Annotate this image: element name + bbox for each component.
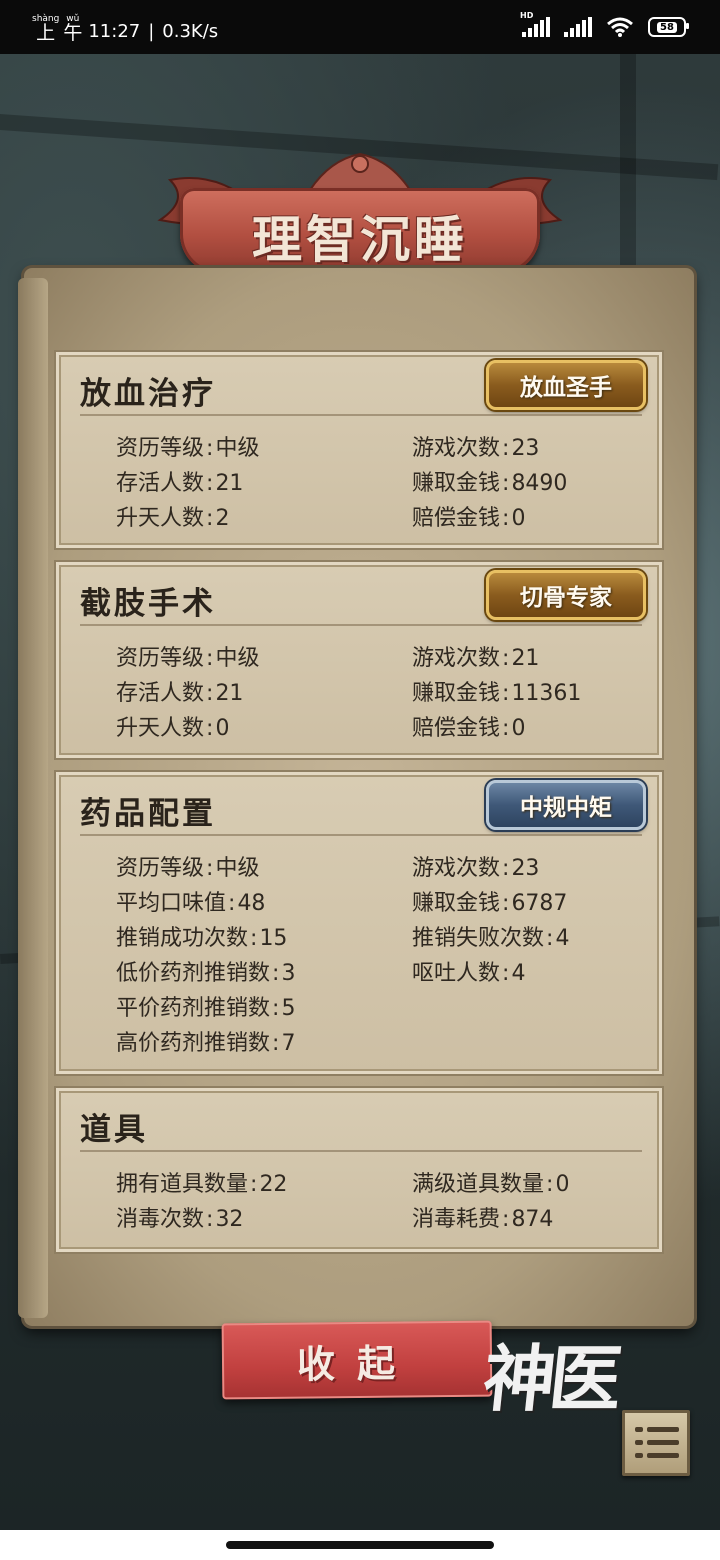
stat-item: 升天人数:0 [116, 716, 230, 741]
achievement-badge: 中规中矩 [486, 780, 646, 830]
stat-item: 高价药剂推销数:7 [116, 1031, 296, 1056]
panel-bloodletting: 放血治疗 放血圣手 资历等级:中级 游戏次数:23 存活人数:21 赚取金钱:8… [54, 350, 664, 550]
menu-list-icon[interactable] [622, 1410, 690, 1476]
title-banner: 理智沉睡 [180, 188, 540, 274]
status-time-group: shàng 上 wǔ 午 11:27 | 0.3K/s [32, 14, 219, 44]
wifi-icon [607, 17, 633, 37]
divider [80, 1150, 642, 1152]
panel-title: 药品配置 [80, 796, 216, 832]
panel-title: 截肢手术 [80, 586, 216, 622]
char-wu: 午 [63, 22, 83, 44]
stat-item: 消毒次数:32 [116, 1207, 244, 1232]
stat-item: 低价药剂推销数:3 [116, 961, 296, 986]
stat-item: 赚取金钱:8490 [412, 471, 568, 496]
achievement-badge: 切骨专家 [486, 570, 646, 620]
stat-item: 推销成功次数:15 [116, 926, 288, 951]
stat-item: 满级道具数量:0 [412, 1172, 570, 1197]
status-icons: HD 58 [520, 11, 689, 38]
signal-icon: HD [520, 11, 550, 37]
status-ampm-wu: wǔ 午 [63, 14, 83, 44]
divider [80, 624, 642, 626]
status-divider: | [148, 21, 155, 42]
stat-item: 存活人数:21 [116, 471, 244, 496]
home-indicator[interactable] [226, 1541, 494, 1549]
panel-items: 道具 拥有道具数量:22 满级道具数量:0 消毒次数:32 消毒耗费:874 [54, 1086, 664, 1254]
stat-item: 资历等级:中级 [116, 856, 260, 881]
stat-item: 赚取金钱:6787 [412, 891, 568, 916]
stat-item: 资历等级:中级 [116, 436, 260, 461]
stat-item: 赔偿金钱:0 [412, 506, 526, 531]
char-shang: 上 [36, 22, 56, 44]
stat-item: 平均口味值:48 [116, 891, 266, 916]
status-speed: 0.3K/s [162, 21, 219, 42]
panel-title: 道具 [80, 1112, 148, 1148]
panel-medicine: 药品配置 中规中矩 资历等级:中级 游戏次数:23 平均口味值:48 赚取金钱:… [54, 770, 664, 1076]
stat-item: 资历等级:中级 [116, 646, 260, 671]
hd-label: HD [520, 11, 534, 20]
signal-icon-2 [564, 17, 592, 37]
battery-icon: 58 [648, 17, 689, 37]
panel-title: 放血治疗 [80, 376, 216, 412]
status-ampm-shang: shàng 上 [32, 14, 59, 44]
stat-item: 游戏次数:23 [412, 856, 540, 881]
stat-item: 平价药剂推销数:5 [116, 996, 296, 1021]
stat-item: 推销失败次数:4 [412, 926, 570, 951]
battery-level: 58 [657, 21, 677, 33]
divider [80, 834, 642, 836]
page-title: 理智沉睡 [252, 210, 468, 269]
stat-item: 游戏次数:23 [412, 436, 540, 461]
panel-amputation: 截肢手术 切骨专家 资历等级:中级 游戏次数:21 存活人数:21 赚取金钱:1… [54, 560, 664, 760]
achievement-badge: 放血圣手 [486, 360, 646, 410]
stat-item: 赔偿金钱:0 [412, 716, 526, 741]
divider [80, 414, 642, 416]
stat-item: 升天人数:2 [116, 506, 230, 531]
stat-item: 游戏次数:21 [412, 646, 540, 671]
status-time: 11:27 [88, 21, 141, 42]
stat-item: 消毒耗费:874 [412, 1207, 554, 1232]
stat-item: 存活人数:21 [116, 681, 244, 706]
stat-item: 赚取金钱:11361 [412, 681, 582, 706]
status-bar: shàng 上 wǔ 午 11:27 | 0.3K/s HD 58 [0, 0, 720, 54]
stat-item: 呕吐人数:4 [412, 961, 526, 986]
collapse-button[interactable]: 收起 [221, 1320, 493, 1400]
stat-item: 拥有道具数量:22 [116, 1172, 288, 1197]
